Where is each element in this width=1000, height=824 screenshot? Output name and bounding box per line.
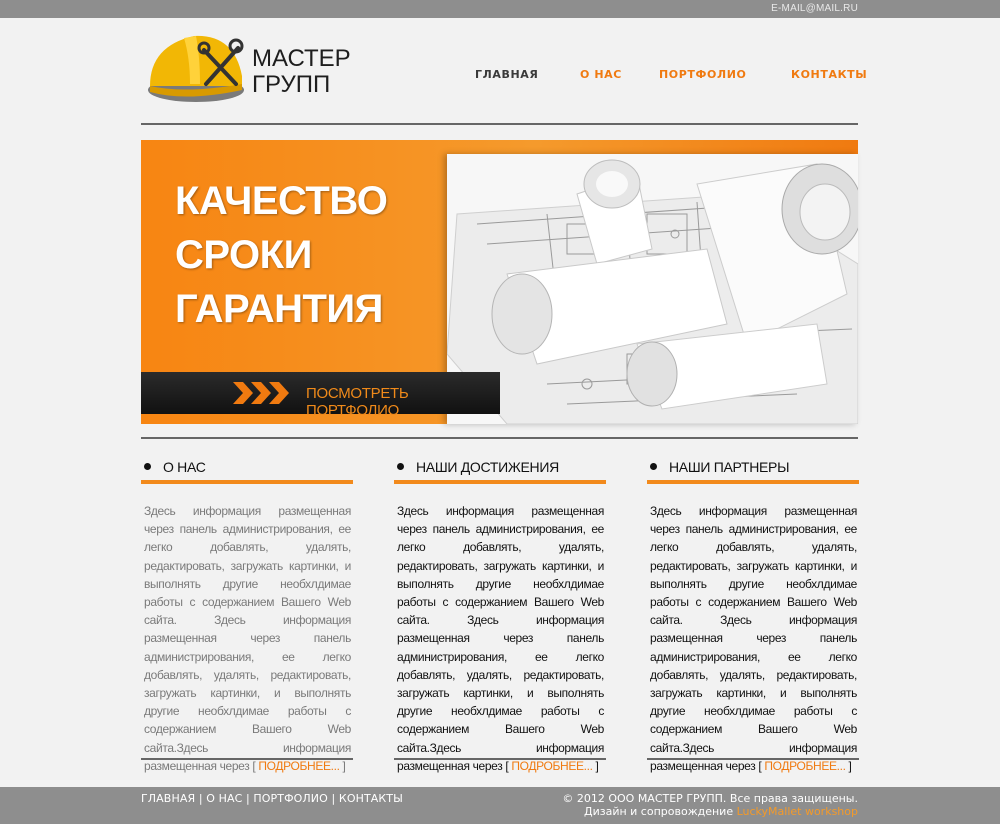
partners-column: НАШИ ПАРТНЕРЫ Здесь информация размещенн… bbox=[647, 456, 859, 775]
footer-link-portfolio[interactable]: ПОРТФОЛИО bbox=[253, 792, 327, 805]
footer-link-about[interactable]: О НАС bbox=[206, 792, 242, 805]
column-title: НАШИ ПАРТНЕРЫ bbox=[669, 459, 790, 475]
main-nav: ГЛАВНАЯ О НАС ПОРТФОЛИО КОНТАКТЫ bbox=[0, 68, 1000, 84]
nav-home[interactable]: ГЛАВНАЯ bbox=[475, 68, 538, 81]
footer-separator: | bbox=[331, 792, 336, 805]
column-header: НАШИ ПАРТНЕРЫ bbox=[647, 456, 859, 484]
slogan-line: КАЧЕСТВО bbox=[175, 179, 388, 223]
column-divider bbox=[394, 758, 606, 760]
achievements-column: НАШИ ДОСТИЖЕНИЯ Здесь информация размеще… bbox=[394, 456, 606, 775]
header-divider bbox=[141, 123, 858, 125]
column-header: НАШИ ДОСТИЖЕНИЯ bbox=[394, 456, 606, 484]
nav-about[interactable]: О НАС bbox=[580, 68, 622, 81]
bullet-icon bbox=[144, 463, 151, 470]
copyright-text: © 2012 ООО МАСТЕР ГРУПП. Все права защищ… bbox=[562, 792, 858, 805]
about-column: О НАС Здесь информация размещенная через… bbox=[141, 456, 353, 775]
bullet-icon bbox=[650, 463, 657, 470]
studio-link[interactable]: LuckyMallet workshop bbox=[737, 805, 858, 818]
column-paragraph: Здесь информация размещенная через панел… bbox=[144, 504, 351, 773]
view-portfolio-button[interactable]: ПОСМОТРЕТЬ ПОРТФОЛИО bbox=[141, 372, 500, 419]
footer-copyright: © 2012 ООО МАСТЕР ГРУПП. Все права защищ… bbox=[562, 792, 858, 818]
hero-banner: КАЧЕСТВО СРОКИ ГАРАНТИЯ ПОСМОТРЕТЬ ПОРТФ… bbox=[141, 140, 858, 424]
nav-contacts[interactable]: КОНТАКТЫ bbox=[791, 68, 867, 81]
hero-slogan: КАЧЕСТВО СРОКИ ГАРАНТИЯ bbox=[175, 174, 388, 336]
footer-link-home[interactable]: ГЛАВНАЯ bbox=[141, 792, 195, 805]
column-divider bbox=[141, 758, 353, 760]
view-portfolio-label: ПОСМОТРЕТЬ ПОРТФОЛИО bbox=[306, 385, 409, 419]
banner-divider bbox=[141, 437, 858, 439]
footer-separator: | bbox=[245, 792, 250, 805]
nav-portfolio[interactable]: ПОРТФОЛИО bbox=[659, 68, 746, 81]
read-more-link[interactable]: ПОДРОБНЕЕ... bbox=[764, 759, 846, 773]
column-text: Здесь информация размещенная через панел… bbox=[397, 504, 604, 773]
design-credit-prefix: Дизайн и сопровождение bbox=[583, 805, 734, 818]
top-bar: E-MAIL@MAIL.RU bbox=[0, 0, 1000, 18]
slogan-line: СРОКИ bbox=[175, 233, 312, 277]
footer-nav: ГЛАВНАЯ | О НАС | ПОРТФОЛИО | КОНТАКТЫ bbox=[141, 792, 403, 805]
column-text: Здесь информация размещенная через панел… bbox=[650, 504, 857, 773]
footer: ГЛАВНАЯ | О НАС | ПОРТФОЛИО | КОНТАКТЫ ©… bbox=[0, 787, 1000, 824]
footer-separator: | bbox=[198, 792, 203, 805]
read-more-link[interactable]: ПОДРОБНЕЕ... bbox=[258, 759, 340, 773]
column-paragraph: Здесь информация размещенная через панел… bbox=[650, 504, 857, 773]
email-link[interactable]: E-MAIL@MAIL.RU bbox=[771, 3, 858, 14]
bullet-icon bbox=[397, 463, 404, 470]
read-more-link[interactable]: ПОДРОБНЕЕ... bbox=[511, 759, 593, 773]
design-credit: Дизайн и сопровождение LuckyMallet works… bbox=[562, 805, 858, 818]
column-header: О НАС bbox=[141, 456, 353, 484]
column-paragraph: Здесь информация размещенная через панел… bbox=[397, 504, 604, 773]
column-title: О НАС bbox=[163, 459, 206, 475]
column-divider bbox=[647, 758, 859, 760]
column-text: Здесь информация размещенная через панел… bbox=[144, 504, 351, 773]
slogan-line: ГАРАНТИЯ bbox=[175, 287, 383, 331]
footer-link-contacts[interactable]: КОНТАКТЫ bbox=[339, 792, 403, 805]
column-title: НАШИ ДОСТИЖЕНИЯ bbox=[416, 459, 559, 475]
blueprints-rolls-image bbox=[447, 154, 858, 424]
chevrons-right-icon bbox=[233, 382, 289, 404]
